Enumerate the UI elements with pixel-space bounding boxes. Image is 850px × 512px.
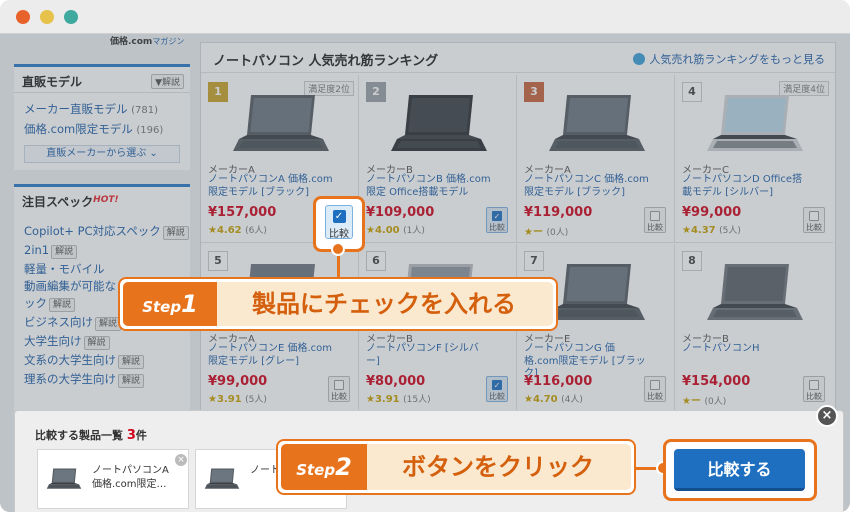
remove-item-icon[interactable]: × — [175, 454, 187, 466]
compare-checkbox-label: 比較 — [329, 229, 349, 240]
compare-button[interactable]: 比較する — [674, 449, 805, 491]
page-content: 価格.comマガジン 直販モデル ▼解説 メーカー直販モデル (781) 価格.c… — [0, 34, 850, 512]
compare-checkbox-highlighted[interactable]: ✓ 比較 — [325, 205, 353, 240]
window-titlebar — [0, 0, 850, 34]
laptop-image — [204, 468, 240, 489]
close-window-dot[interactable] — [16, 10, 30, 24]
tray-count: 3 — [126, 428, 136, 443]
step1-label: Step1 — [123, 282, 217, 326]
callout-dot — [331, 242, 345, 256]
minimize-window-dot[interactable] — [40, 10, 54, 24]
tray-close-icon[interactable]: × — [816, 405, 838, 427]
maximize-window-dot[interactable] — [64, 10, 78, 24]
step2-banner: Step2 ボタンをクリック — [276, 439, 636, 495]
highlight-compare-button: 比較する — [663, 439, 817, 501]
step2-label: Step2 — [281, 444, 367, 490]
tray-title: 比較する製品一覧 3件 — [35, 428, 147, 443]
step1-text: 製品にチェックを入れる — [252, 290, 516, 318]
step1-banner: Step1 製品にチェックを入れる — [118, 277, 558, 331]
checkmark-icon: ✓ — [332, 210, 346, 223]
tray-item-name: ノートパソコンA 価格.com限定… — [92, 465, 169, 490]
tray-item[interactable]: ノートパソコンA 価格.com限定… × — [37, 449, 189, 509]
browser-window: 価格.comマガジン 直販モデル ▼解説 メーカー直販モデル (781) 価格.c… — [0, 0, 850, 512]
step2-text: ボタンをクリック — [402, 453, 594, 481]
laptop-image — [46, 468, 82, 489]
